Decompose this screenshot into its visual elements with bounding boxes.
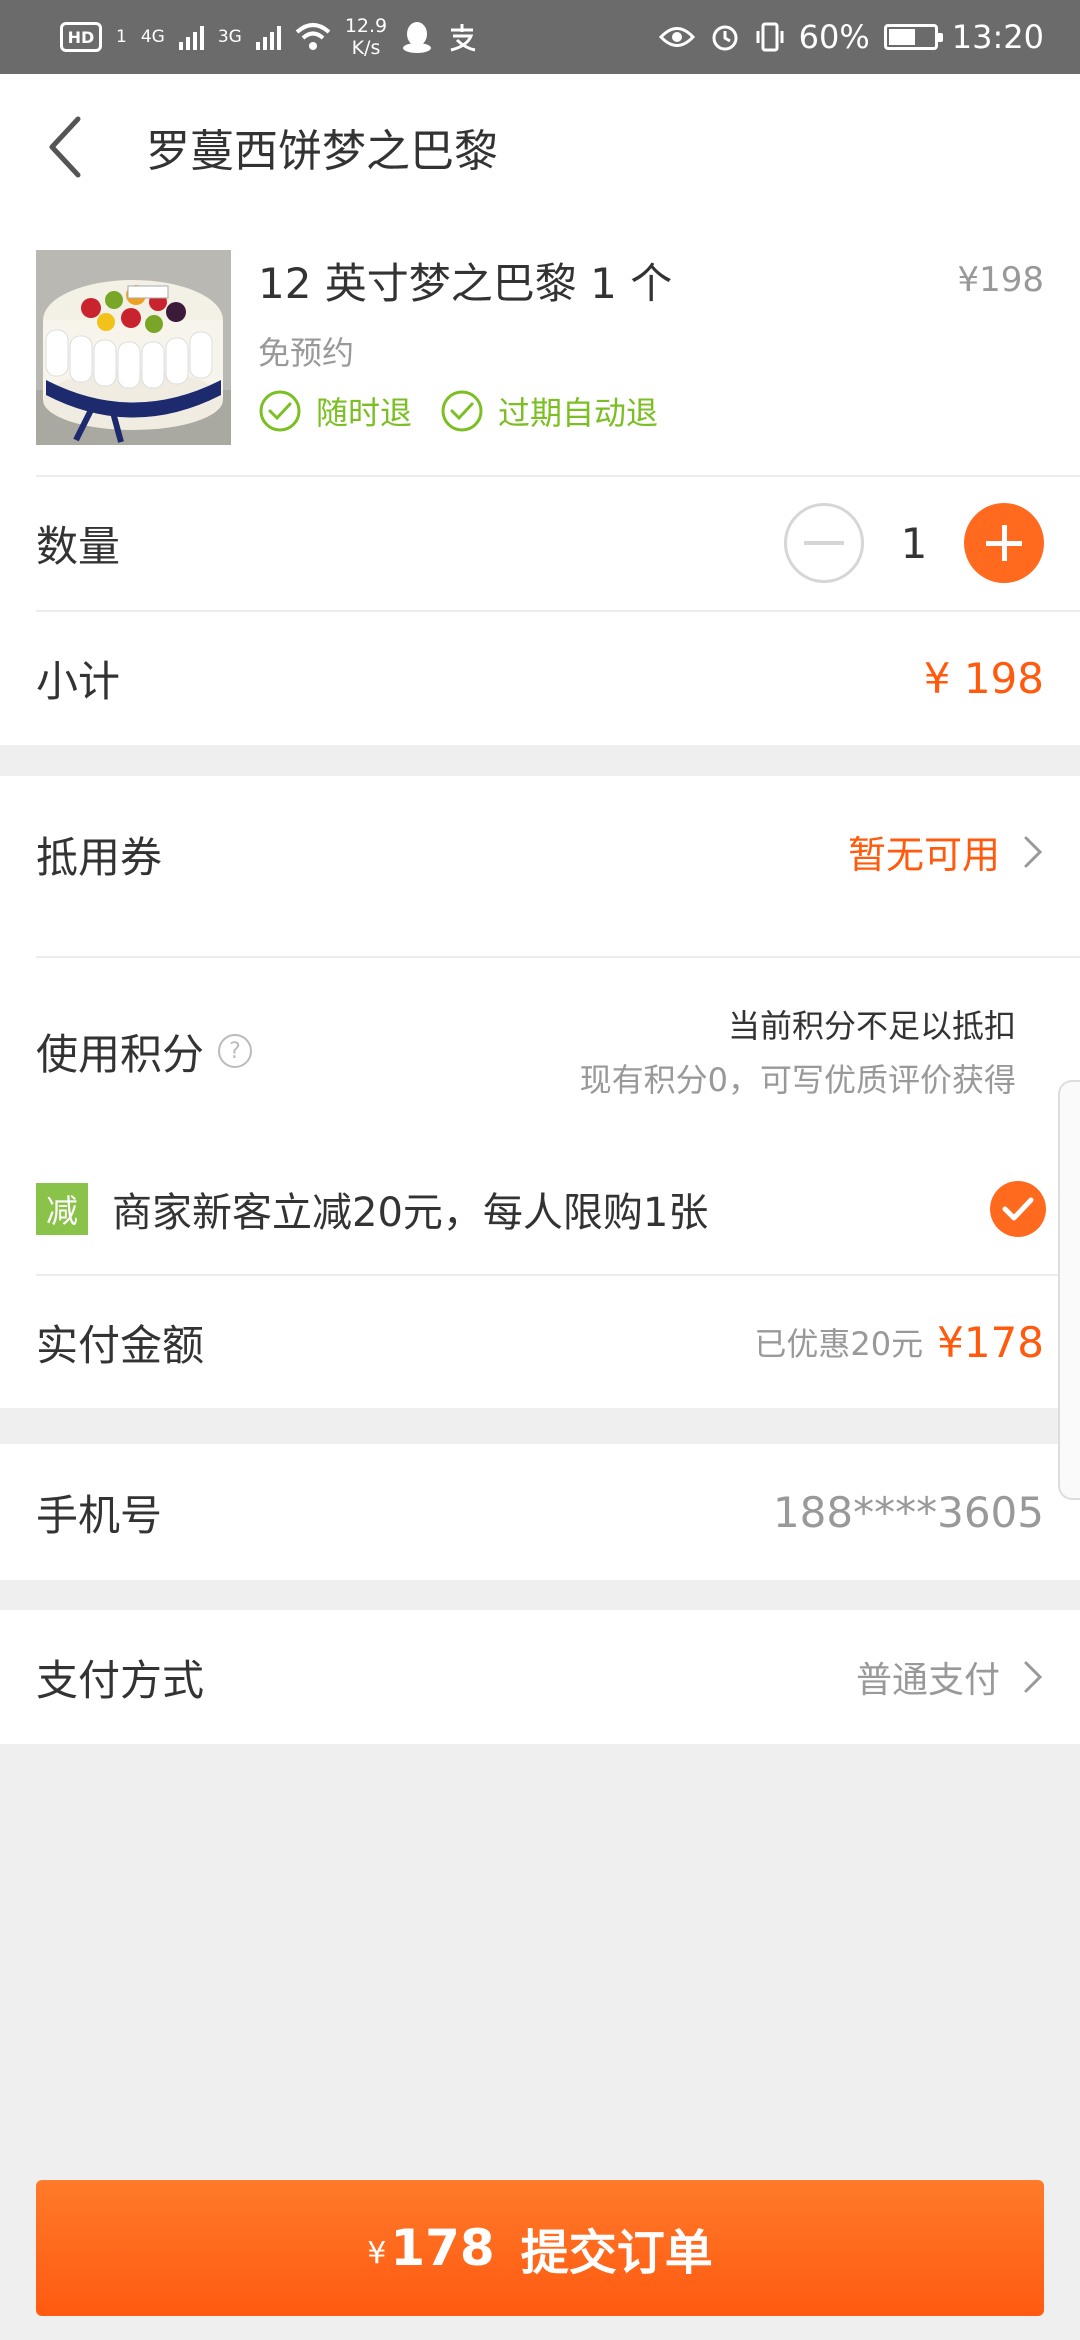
- submit-order-button[interactable]: ¥ 178 提交订单: [36, 2180, 1044, 2316]
- coupon-value-group: 暂无可用: [848, 824, 1044, 879]
- payment-row[interactable]: 支付方式 普通支付: [0, 1610, 1080, 1744]
- minus-icon: [804, 541, 844, 545]
- points-row: 使用积分 ? 当前积分不足以抵扣 现有积分0，可写优质评价获得: [0, 958, 1080, 1144]
- product-image[interactable]: [36, 250, 231, 445]
- cake-image: [36, 250, 231, 445]
- phone-label: 手机号: [36, 1490, 163, 1540]
- eye-icon: [658, 27, 695, 47]
- plus-icon: [986, 525, 1022, 561]
- wifi-icon: [295, 23, 331, 50]
- coupon-label: 抵用券: [36, 833, 163, 882]
- promo-info: 减 商家新客立减20元，每人限购1张: [36, 1180, 708, 1238]
- product-name: 12 英寸梦之巴黎 1 个: [258, 259, 673, 308]
- status-bar: HD 1 4G 3G 12.9 K/s 60% 13:20: [0, 0, 1080, 74]
- badge-auto-refund: 过期自动退: [440, 388, 658, 434]
- network1-label: 4G: [140, 26, 165, 47]
- submit-amount: 178: [390, 2219, 495, 2277]
- chevron-right-icon: [1024, 1661, 1043, 1693]
- increase-button[interactable]: [964, 503, 1044, 583]
- product-price: ¥198: [957, 260, 1044, 300]
- points-status: 当前积分不足以抵扣: [727, 1007, 1016, 1045]
- check-circle-icon: [441, 390, 483, 432]
- status-right: 60% 13:20: [658, 18, 1044, 56]
- badge-label: 过期自动退: [498, 394, 659, 432]
- promo-text: 商家新客立减20元，每人限购1张: [112, 1190, 709, 1236]
- page-title: 罗蔓西饼梦之巴黎: [146, 126, 498, 177]
- decrease-button[interactable]: [784, 503, 864, 583]
- status-left: HD 1 4G 3G 12.9 K/s: [60, 15, 477, 59]
- help-icon[interactable]: ?: [218, 1034, 253, 1068]
- battery-percent: 60%: [798, 18, 870, 56]
- quantity-stepper: 1: [784, 503, 1044, 583]
- hd-label: HD: [67, 27, 95, 47]
- quantity-value: 1: [900, 518, 928, 568]
- promo-row[interactable]: 减 商家新客立减20元，每人限购1张: [0, 1144, 1080, 1274]
- points-info: 当前积分不足以抵扣 现有积分0，可写优质评价获得: [580, 1001, 1016, 1101]
- actual-value-group: 已优惠20元 ¥178: [754, 1318, 1044, 1367]
- clock: 13:20: [951, 18, 1044, 56]
- edge-handle[interactable]: [1058, 1080, 1080, 1500]
- payment-panel: 支付方式 普通支付: [0, 1610, 1080, 1744]
- quantity-label: 数量: [36, 521, 121, 571]
- subtotal-row: 小计 ¥ 198: [0, 611, 1080, 745]
- product-card: 12 英寸梦之巴黎 1 个 ¥198 免预约 随时退 过期自动退: [0, 220, 1080, 475]
- payment-value: 普通支付: [855, 1660, 1000, 1701]
- badge-refund-anytime: 随时退: [258, 388, 412, 434]
- phone-value: 188****3605: [772, 1487, 1044, 1537]
- promo-checkbox[interactable]: [990, 1181, 1046, 1237]
- phone-row[interactable]: 手机号 188****3605: [0, 1444, 1080, 1580]
- coupon-row[interactable]: 抵用券 暂无可用: [0, 776, 1080, 956]
- subtotal-value: ¥ 198: [923, 653, 1044, 703]
- actual-value: ¥178: [937, 1317, 1044, 1367]
- coupon-value: 暂无可用: [847, 833, 1000, 877]
- vibrate-icon: [756, 22, 784, 52]
- chevron-right-icon: [1024, 836, 1043, 867]
- actual-row: 实付金额 已优惠20元 ¥178: [0, 1276, 1080, 1408]
- quantity-panel: 数量 1 小计 ¥ 198: [0, 475, 1080, 745]
- points-label-group: 使用积分 ?: [36, 1021, 253, 1082]
- network2-label: 3G: [217, 26, 242, 47]
- payment-value-group: 普通支付: [856, 1651, 1044, 1703]
- checkmark-icon: [1002, 1197, 1034, 1221]
- phone-panel: 手机号 188****3605: [0, 1444, 1080, 1580]
- qq-icon: [403, 22, 432, 53]
- sim1-label: 1: [116, 26, 127, 47]
- check-circle-icon: [259, 390, 301, 432]
- signal1-icon: [178, 24, 204, 50]
- badge-label: 随时退: [316, 394, 413, 432]
- battery-icon: [883, 24, 943, 50]
- alipay-icon: [450, 24, 476, 52]
- hd-icon: HD: [60, 22, 102, 52]
- payment-label: 支付方式: [36, 1655, 205, 1705]
- speed-value: 12.9: [344, 15, 388, 37]
- net-speed: 12.9 K/s: [345, 15, 387, 59]
- refund-badges: 随时退 过期自动退: [258, 388, 658, 434]
- alarm-icon: [712, 25, 738, 51]
- points-label: 使用积分: [36, 1029, 205, 1079]
- back-button[interactable]: [16, 74, 116, 220]
- signal2-icon: [255, 24, 281, 50]
- discount-panel: 抵用券 暂无可用 使用积分 ? 当前积分不足以抵扣 现有积分0，可写优质评价获得…: [0, 776, 1080, 1408]
- submit-currency: ¥: [367, 2235, 387, 2271]
- product-subtitle: 免预约: [258, 334, 355, 372]
- chevron-left-icon: [49, 116, 81, 178]
- submit-label: 提交订单: [520, 2225, 713, 2281]
- points-hint: 现有积分0，可写优质评价获得: [579, 1061, 1016, 1099]
- promo-tag: 减: [36, 1183, 88, 1235]
- header: 罗蔓西饼梦之巴黎: [0, 74, 1080, 220]
- subtotal-label: 小计: [36, 656, 121, 706]
- speed-unit: K/s: [351, 37, 381, 59]
- actual-label: 实付金额: [36, 1320, 205, 1370]
- quantity-row: 数量 1: [0, 475, 1080, 611]
- discount-note: 已优惠20元: [754, 1325, 924, 1363]
